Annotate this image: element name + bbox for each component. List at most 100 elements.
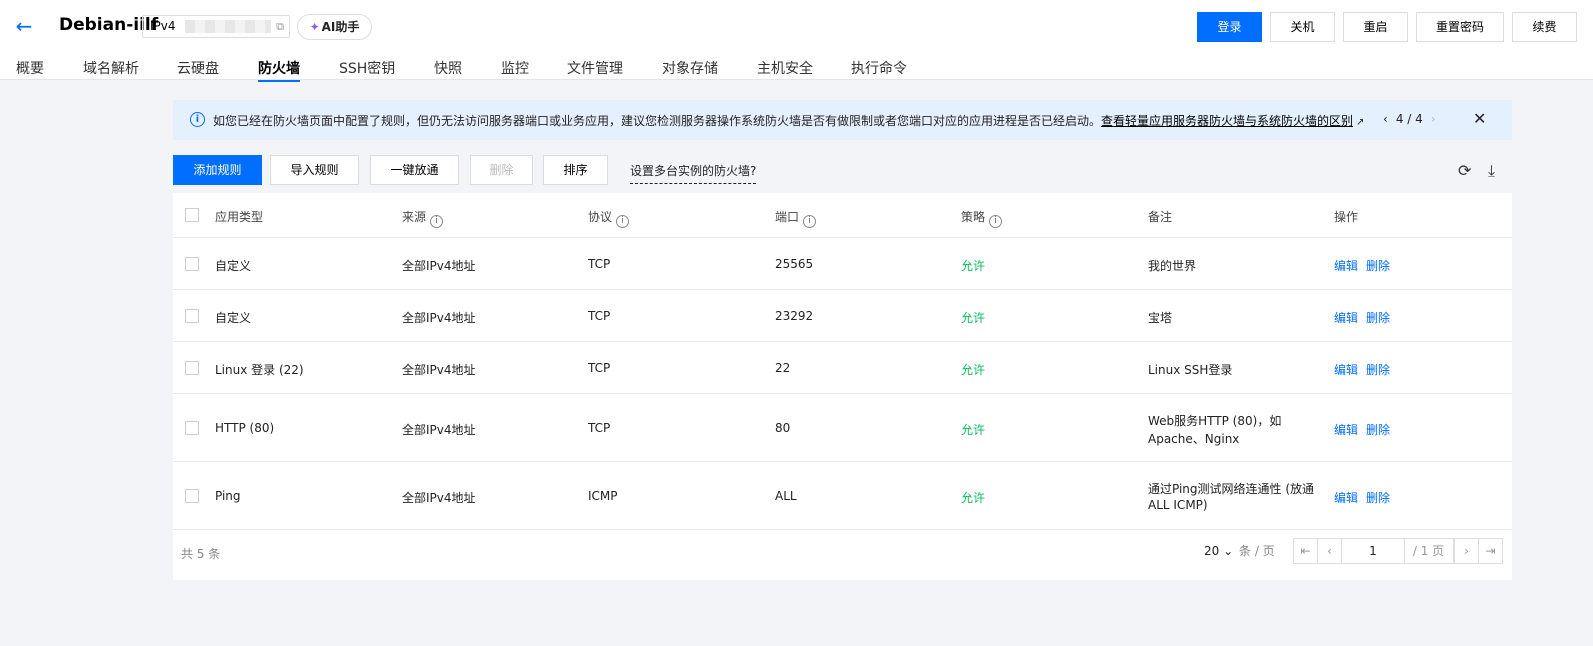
cell-note: 我的世界 xyxy=(1148,259,1197,273)
back-arrow-icon[interactable]: ← xyxy=(12,14,36,38)
cell-port: 80 xyxy=(775,421,791,435)
cell-source: 全部IPv4地址 xyxy=(402,491,476,505)
import-rules-button[interactable]: 导入规则 xyxy=(270,155,359,185)
first-page-icon[interactable]: ⇤ xyxy=(1293,538,1318,564)
notice-text: 如您已经在防火墙页面中配置了规则，但仍无法访问服务器端口或业务应用，建议您检测服… xyxy=(213,114,1102,128)
table-header: 应用类型 来源 i 协议 i 端口 i 策略 i 备注 操作 xyxy=(173,193,1512,238)
tab-firewall[interactable]: 防火墙 xyxy=(258,58,300,82)
header-policy: 策略 i xyxy=(961,208,1003,228)
delete-link[interactable]: 删除 xyxy=(1366,423,1390,437)
info-icon: i xyxy=(190,112,205,127)
cell-type: 自定义 xyxy=(215,259,252,273)
cell-source: 全部IPv4地址 xyxy=(402,363,476,377)
header-protocol: 协议 i xyxy=(588,208,630,228)
tab-host-security[interactable]: 主机安全 xyxy=(757,58,813,78)
refresh-icon[interactable]: ⟳ xyxy=(1458,161,1471,180)
edit-link[interactable]: 编辑 xyxy=(1334,491,1358,505)
row-checkbox[interactable] xyxy=(185,361,199,375)
cell-note: Linux SSH登录 xyxy=(1148,363,1233,377)
tab-snapshots[interactable]: 快照 xyxy=(434,58,462,78)
download-icon[interactable]: ⤓ xyxy=(1488,161,1495,181)
notice-next-icon[interactable]: › xyxy=(1431,112,1436,126)
tab-overview[interactable]: 概要 xyxy=(16,58,44,78)
page-total-label: / 1 页 xyxy=(1404,538,1454,564)
header-type: 应用类型 xyxy=(215,210,264,224)
header-source: 来源 i xyxy=(402,208,444,228)
cell-note: Web服务HTTP (80)，如 xyxy=(1148,414,1282,428)
page-input[interactable]: 1 xyxy=(1341,538,1405,564)
delete-link[interactable]: 删除 xyxy=(1366,259,1390,273)
cell-protocol: ICMP xyxy=(588,489,618,503)
notice-prev-icon[interactable]: ‹ xyxy=(1383,112,1388,126)
prev-page-icon[interactable]: ‹ xyxy=(1317,538,1342,564)
top-actions: 登录 关机 重启 重置密码 续费 xyxy=(1197,12,1577,42)
info-icon[interactable]: i xyxy=(803,215,817,228)
ai-assistant-button[interactable]: ✦ AI助手 xyxy=(297,14,372,40)
tab-run-command[interactable]: 执行命令 xyxy=(851,58,907,78)
cell-policy: 允许 xyxy=(961,363,986,377)
edit-link[interactable]: 编辑 xyxy=(1334,259,1358,273)
delete-link[interactable]: 删除 xyxy=(1366,311,1390,325)
cell-actions: 编辑 删除 xyxy=(1334,421,1398,438)
info-icon[interactable]: i xyxy=(989,215,1003,228)
copy-icon[interactable]: ⧉ xyxy=(276,16,284,37)
table-row: HTTP (80) 全部IPv4地址 TCP 80 允许 Web服务HTTP (… xyxy=(173,394,1512,462)
chevron-down-icon: ⌄ xyxy=(1219,544,1234,558)
page-size-select[interactable]: 20 ⌄ xyxy=(1204,538,1233,564)
toolbar: 添加规则 导入规则 一键放通 删除 排序 设置多台实例的防火墙? ⟳ ⤓ xyxy=(173,155,1512,185)
delete-button[interactable]: 删除 xyxy=(470,155,533,185)
cell-policy: 允许 xyxy=(961,311,986,325)
reset-password-button[interactable]: 重置密码 xyxy=(1416,12,1504,42)
allow-all-button[interactable]: 一键放通 xyxy=(370,155,459,185)
table-row: Ping 全部IPv4地址 ICMP ALL 允许 通过Ping测试网络连通性 … xyxy=(173,462,1512,530)
ip-masked-value xyxy=(185,20,271,33)
table-row: 自定义 全部IPv4地址 TCP 23292 允许 宝塔 编辑 删除 xyxy=(173,290,1512,342)
edit-link[interactable]: 编辑 xyxy=(1334,311,1358,325)
add-rule-button[interactable]: 添加规则 xyxy=(173,155,262,185)
tab-cloud-disk[interactable]: 云硬盘 xyxy=(177,58,219,78)
cell-source: 全部IPv4地址 xyxy=(402,423,476,437)
tab-monitoring[interactable]: 监控 xyxy=(501,58,529,78)
cell-actions: 编辑 删除 xyxy=(1334,257,1398,274)
restart-button[interactable]: 重启 xyxy=(1343,12,1408,42)
select-all-checkbox[interactable] xyxy=(185,208,199,222)
cell-port: 23292 xyxy=(775,309,814,323)
cell-note: 通过Ping测试网络连通性 (放通 xyxy=(1148,482,1315,496)
shutdown-button[interactable]: 关机 xyxy=(1270,12,1335,42)
cell-note-line2: ALL ICMP) xyxy=(1148,498,1208,512)
header-source-label: 来源 xyxy=(402,210,427,224)
tab-ssh-keys[interactable]: SSH密钥 xyxy=(339,58,395,78)
tab-object-storage[interactable]: 对象存储 xyxy=(662,58,718,78)
row-checkbox[interactable] xyxy=(185,489,199,503)
multi-instance-firewall-link[interactable]: 设置多台实例的防火墙? xyxy=(630,162,757,184)
last-page-icon[interactable]: ⇥ xyxy=(1478,538,1503,564)
info-icon[interactable]: i xyxy=(616,215,630,228)
login-button[interactable]: 登录 xyxy=(1197,12,1262,42)
info-icon[interactable]: i xyxy=(430,215,444,228)
cell-policy: 允许 xyxy=(961,259,986,273)
header-actions: 操作 xyxy=(1334,210,1359,224)
header-port-label: 端口 xyxy=(775,210,800,224)
delete-link[interactable]: 删除 xyxy=(1366,491,1390,505)
rules-table: 应用类型 来源 i 协议 i 端口 i 策略 i 备注 操作 自定义 全部IPv4地址 … xyxy=(173,193,1512,580)
notice-link[interactable]: 查看轻量应用服务器防火墙与系统防火墙的区别 xyxy=(1101,114,1353,128)
cell-port: 25565 xyxy=(775,257,814,271)
cell-protocol: TCP xyxy=(588,309,611,323)
cell-protocol: TCP xyxy=(588,361,611,375)
cell-policy: 允许 xyxy=(961,423,986,437)
edit-link[interactable]: 编辑 xyxy=(1334,423,1358,437)
row-checkbox[interactable] xyxy=(185,421,199,435)
sort-button[interactable]: 排序 xyxy=(543,155,608,185)
cell-note-line2: Apache、Nginx xyxy=(1148,432,1240,446)
edit-link[interactable]: 编辑 xyxy=(1334,363,1358,377)
row-checkbox[interactable] xyxy=(185,309,199,323)
total-count: 共 5 条 xyxy=(181,547,221,561)
row-checkbox[interactable] xyxy=(185,257,199,271)
renew-button[interactable]: 续费 xyxy=(1512,12,1577,42)
tab-dns[interactable]: 域名解析 xyxy=(83,58,139,78)
close-icon[interactable]: ✕ xyxy=(1473,109,1486,128)
tab-file-management[interactable]: 文件管理 xyxy=(567,58,623,78)
delete-link[interactable]: 删除 xyxy=(1366,363,1390,377)
next-page-icon[interactable]: › xyxy=(1454,538,1479,564)
notice-banner: i 如您已经在防火墙页面中配置了规则，但仍无法访问服务器端口或业务应用，建议您检… xyxy=(173,100,1512,140)
